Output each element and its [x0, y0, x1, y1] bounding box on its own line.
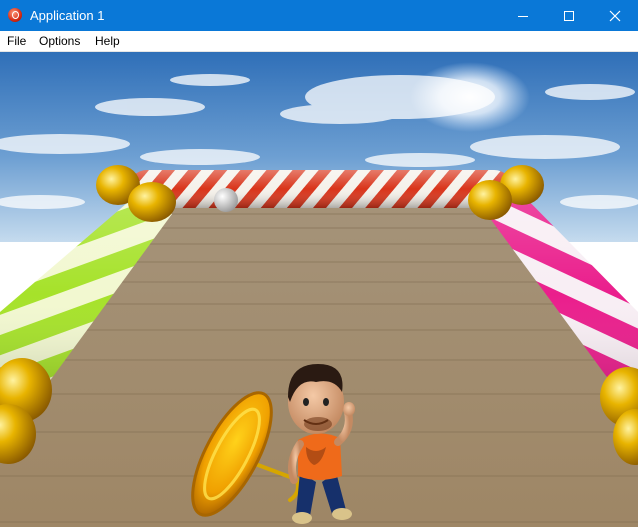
maximize-icon	[564, 10, 574, 21]
app-logo-icon	[8, 8, 22, 22]
minimize-button[interactable]	[500, 0, 546, 31]
menu-help[interactable]: Help	[95, 34, 120, 48]
game-scene	[0, 52, 638, 527]
menu-file[interactable]: File	[7, 34, 26, 48]
menu-bar: File Options Help	[0, 31, 638, 52]
menu-options[interactable]: Options	[39, 34, 80, 48]
game-ball	[214, 188, 238, 212]
close-icon	[609, 10, 621, 21]
close-button[interactable]	[592, 0, 638, 31]
maximize-button[interactable]	[546, 0, 592, 31]
title-bar[interactable]: Application 1	[0, 0, 638, 31]
application-window: Application 1 File Options Help	[0, 0, 638, 527]
game-viewport[interactable]	[0, 52, 638, 527]
window-title: Application 1	[30, 8, 105, 23]
minimize-icon	[518, 15, 528, 17]
